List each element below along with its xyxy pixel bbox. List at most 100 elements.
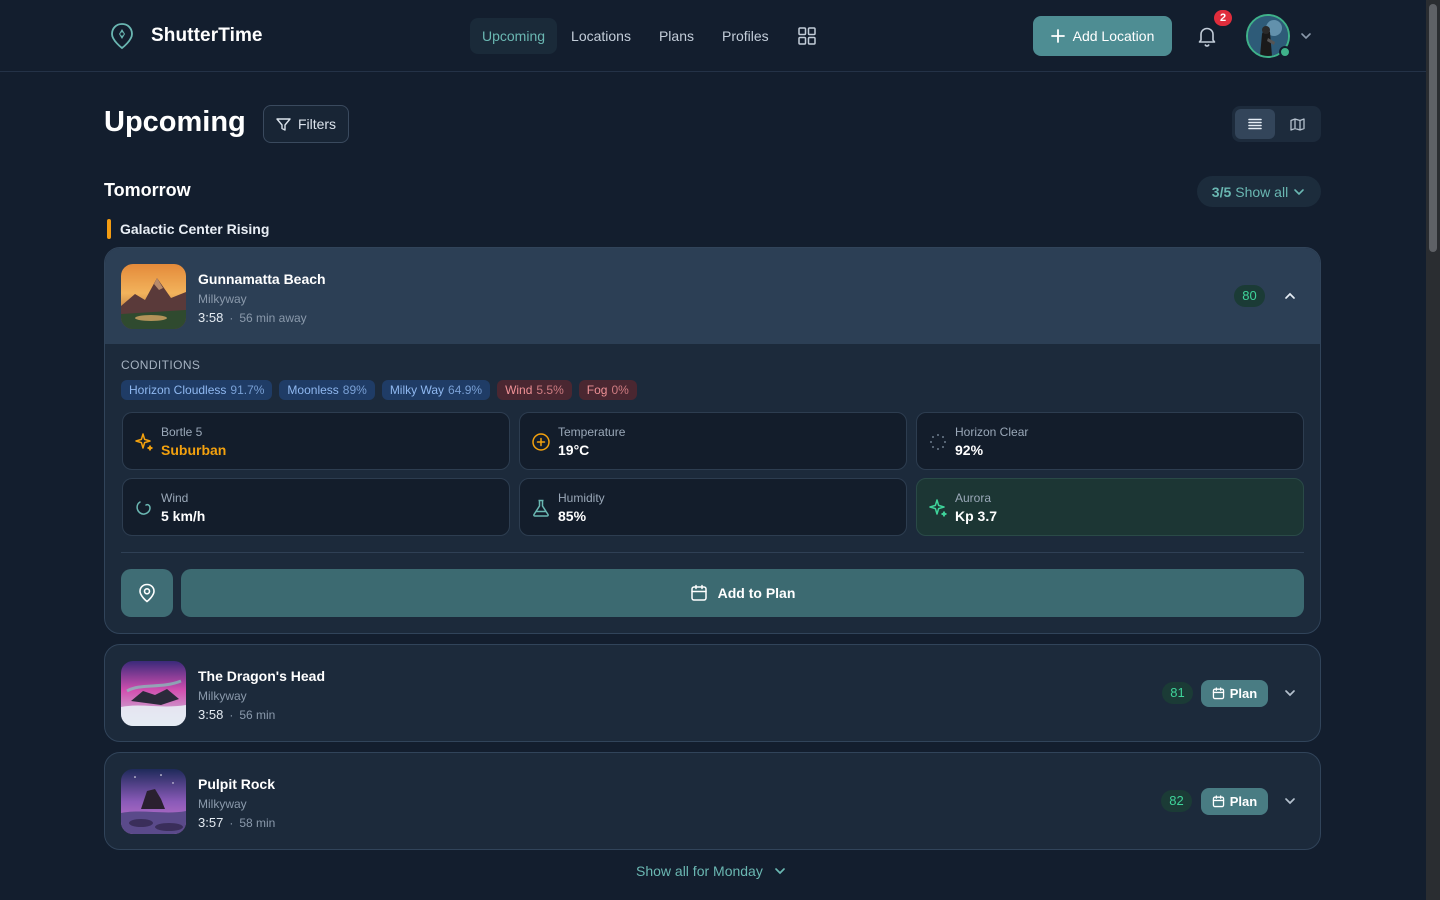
location-name: Pulpit Rock: [198, 776, 276, 792]
metric-wind: Wind 5 km/h: [122, 478, 510, 536]
location-card: Pulpit Rock Milkyway 3:57 · 58 min 82 Pl…: [104, 752, 1321, 850]
scrollbar-thumb[interactable]: [1429, 4, 1437, 252]
calendar-icon: [690, 584, 708, 602]
location-distance: 58 min: [239, 815, 276, 830]
metric-bortle: Bortle 5 Suburban: [122, 412, 510, 470]
chevron-down-icon[interactable]: [1283, 686, 1297, 700]
location-score: 81: [1162, 682, 1193, 704]
filters-label: Filters: [297, 116, 337, 132]
add-to-plan-button[interactable]: Add to Plan: [181, 569, 1304, 617]
separator-dot: ·: [229, 310, 234, 325]
add-location-button[interactable]: Add Location: [1033, 16, 1172, 56]
sun-icon: [531, 432, 551, 452]
location-thumbnail: [121, 661, 186, 726]
metric-humidity: Humidity 85%: [519, 478, 907, 536]
location-card: The Dragon's Head Milkyway 3:58 · 56 min…: [104, 644, 1321, 742]
metric-value: 19°C: [558, 442, 590, 458]
sparkle-icon: [134, 432, 154, 452]
map-icon[interactable]: [1277, 109, 1317, 139]
view-mode-toggle: [1232, 106, 1321, 142]
main-nav: Upcoming Locations Plans Profiles: [470, 18, 825, 54]
location-name: The Dragon's Head: [198, 668, 326, 684]
condition-tag: Horizon Cloudless 91.7%: [121, 380, 273, 400]
metric-label: Bortle 5: [161, 425, 203, 439]
location-time: 3:58: [198, 310, 224, 325]
top-navigation-bar: ShutterTime Upcoming Locations Plans Pro…: [0, 0, 1426, 72]
filters-button[interactable]: Filters: [263, 105, 349, 143]
condition-tag: Fog 0%: [578, 380, 637, 400]
metric-label: Temperature: [558, 425, 626, 439]
show-all-button[interactable]: 3/5 Show all: [1197, 176, 1321, 207]
metric-value: Suburban: [161, 442, 227, 458]
add-location-label: Add Location: [1072, 28, 1155, 44]
brand[interactable]: ShutterTime: [109, 22, 263, 50]
flask-icon: [531, 498, 551, 518]
location-thumbnail: [121, 264, 186, 329]
location-card-header[interactable]: Pulpit Rock Milkyway 3:57 · 58 min 82 Pl…: [105, 753, 1320, 849]
location-card-header[interactable]: The Dragon's Head Milkyway 3:58 · 56 min…: [105, 645, 1320, 741]
metric-value: 85%: [558, 508, 587, 524]
plan-button[interactable]: Plan: [1201, 788, 1268, 815]
location-time: 3:57: [198, 815, 224, 830]
plan-button[interactable]: Plan: [1201, 680, 1268, 707]
calendar-icon: [1212, 687, 1225, 700]
show-all-label: Show all: [1235, 183, 1289, 200]
chevron-up-icon[interactable]: [1283, 289, 1297, 303]
add-to-plan-label: Add to Plan: [717, 585, 796, 601]
notification-badge: 2: [1214, 10, 1232, 26]
metric-label: Horizon Clear: [955, 425, 1029, 439]
metric-temperature: Temperature 19°C: [519, 412, 907, 470]
brand-name: ShutterTime: [151, 25, 263, 46]
online-status-dot: [1279, 46, 1291, 58]
page-title: Upcoming: [104, 106, 246, 138]
show-all-count: 3/5: [1211, 183, 1232, 200]
location-type: Milkyway: [198, 292, 247, 306]
bell-icon[interactable]: [1195, 24, 1219, 48]
divider: [121, 552, 1304, 553]
user-avatar[interactable]: [1246, 14, 1292, 60]
calendar-icon: [1212, 795, 1225, 808]
filter-icon: [276, 117, 291, 132]
location-thumbnail: [121, 769, 186, 834]
location-score: 82: [1161, 790, 1192, 812]
location-type: Milkyway: [198, 689, 247, 703]
location-time: 3:58: [198, 707, 224, 722]
sparkle-icon: [928, 498, 948, 518]
chevron-down-icon: [773, 864, 787, 878]
chevron-down-icon[interactable]: [1283, 794, 1297, 808]
location-type: Milkyway: [198, 797, 247, 811]
nav-upcoming[interactable]: Upcoming: [470, 18, 558, 54]
plan-label: Plan: [1229, 794, 1258, 809]
metric-value: Kp 3.7: [955, 508, 998, 524]
condition-tags: Horizon Cloudless 91.7% Moonless 89% Milky…: [121, 380, 637, 400]
nav-plans[interactable]: Plans: [645, 18, 708, 54]
conditions-label: CONDITIONS: [121, 358, 201, 372]
separator-dot: ·: [229, 707, 234, 722]
location-score: 80: [1234, 285, 1265, 307]
metric-value: 92%: [955, 442, 984, 458]
condition-tag: Milky Way 64.9%: [381, 380, 491, 400]
show-all-for-day-label: Show all for Monday: [636, 863, 763, 879]
location-card-header[interactable]: Gunnamatta Beach Milkyway 3:58 · 56 min …: [105, 248, 1320, 344]
metric-label: Wind: [161, 491, 189, 505]
show-all-for-day-button[interactable]: Show all for Monday: [636, 863, 787, 879]
wind-icon: [134, 498, 154, 518]
plus-icon: [1050, 29, 1065, 43]
metric-horizon-clear: Horizon Clear 92%: [916, 412, 1304, 470]
location-distance: 56 min away: [239, 310, 307, 325]
list-icon[interactable]: [1235, 109, 1275, 139]
metric-value: 5 km/h: [161, 508, 206, 524]
plan-label: Plan: [1229, 686, 1258, 701]
nav-profiles[interactable]: Profiles: [708, 18, 783, 54]
location-name: Gunnamatta Beach: [198, 271, 326, 287]
metric-label: Aurora: [955, 491, 992, 505]
section-title: Tomorrow: [104, 180, 191, 200]
loader-icon: [928, 432, 948, 452]
view-on-map-button[interactable]: [121, 569, 173, 617]
metric-label: Humidity: [558, 491, 605, 505]
event-label: Galactic Center Rising: [107, 219, 269, 239]
grid-icon[interactable]: [789, 18, 825, 54]
nav-locations[interactable]: Locations: [557, 18, 645, 54]
location-meta: 3:58 · 56 min: [198, 707, 275, 722]
chevron-down-icon[interactable]: [1299, 29, 1313, 43]
